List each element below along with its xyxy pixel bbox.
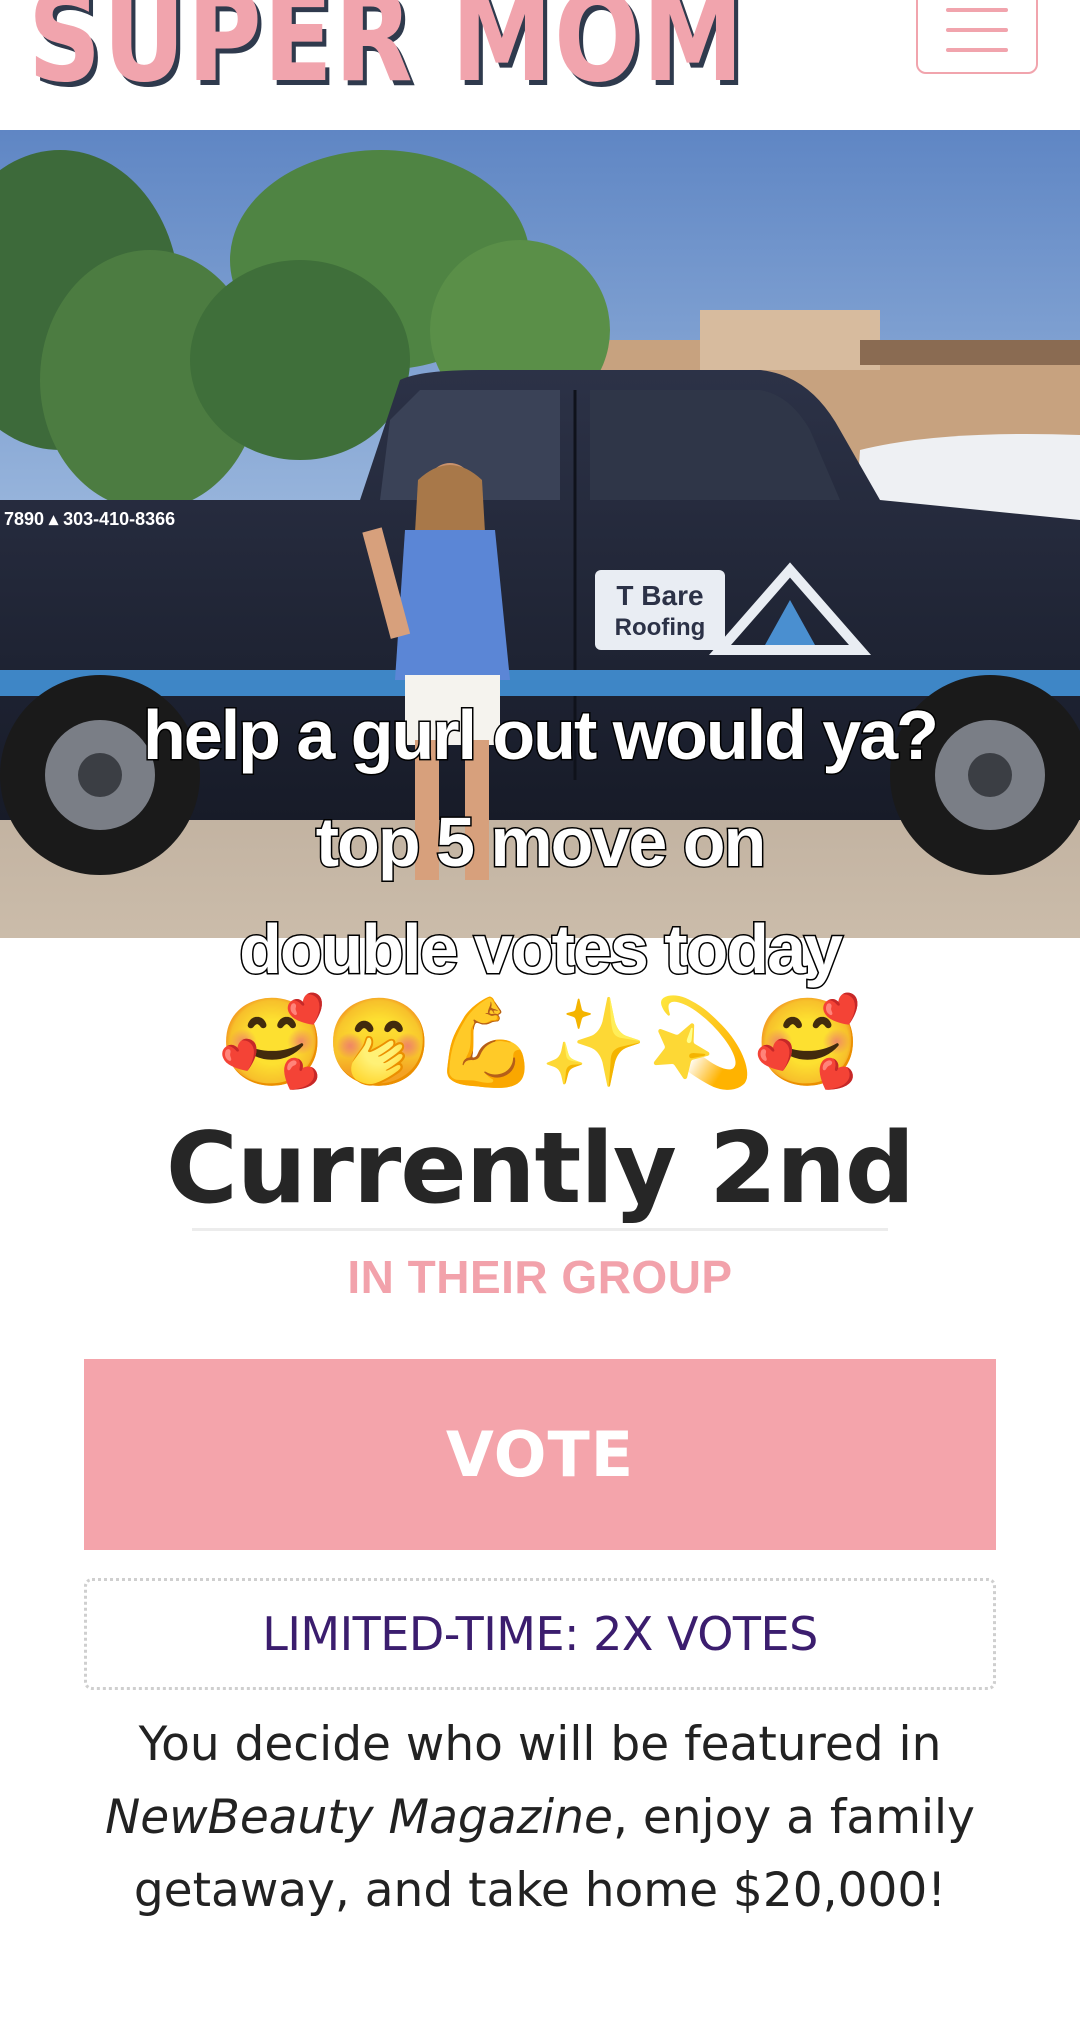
truck-phone-text: 7890 ▴ 303-410-8366 [4, 509, 175, 529]
caption-emojis: 🥰🤭💪✨💫🥰 [218, 995, 862, 1091]
truck-logo-line1: T Bare [616, 580, 703, 611]
site-header: SUPER MOM [0, 0, 1080, 131]
truck-logo-line2: Roofing [615, 614, 706, 641]
caption-line-1: help a gurl out would ya? [142, 696, 941, 774]
contest-description: You decide who will be featured in NewBe… [90, 1708, 990, 1927]
description-part-1: You decide who will be featured in [138, 1717, 942, 1772]
caption-line-3: double votes today [238, 910, 845, 988]
rank-divider [192, 1228, 888, 1231]
site-logo[interactable]: SUPER MOM [28, 0, 745, 113]
magazine-name: NewBeauty Magazine [105, 1790, 613, 1845]
group-label: IN THEIR GROUP [347, 1251, 733, 1303]
double-votes-banner: LIMITED-TIME: 2X VOTES [84, 1578, 996, 1690]
hamburger-menu-button[interactable] [916, 0, 1038, 74]
caption-line-2: top 5 move on [314, 803, 767, 881]
vote-button[interactable]: VOTE [84, 1359, 996, 1550]
rank-heading: Currently 2nd [165, 1112, 915, 1226]
